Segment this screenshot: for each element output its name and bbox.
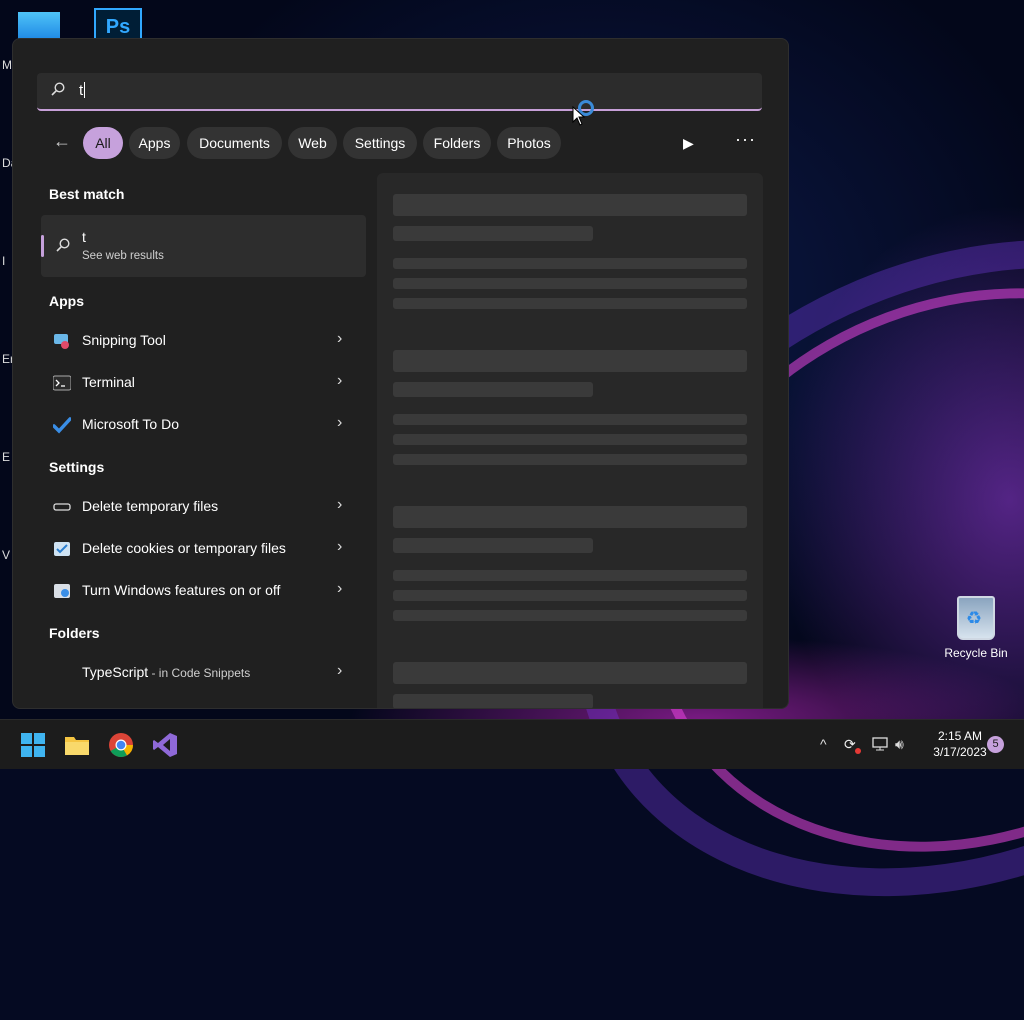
visual-studio-icon[interactable] bbox=[152, 732, 178, 758]
skeleton-block bbox=[393, 382, 593, 397]
folder-result-label: TypeScript - in Code Snippets bbox=[82, 664, 250, 680]
best-match-heading: Best match bbox=[49, 186, 125, 202]
selection-indicator bbox=[41, 235, 44, 257]
skeleton-block bbox=[393, 570, 747, 581]
windows-features-icon bbox=[54, 584, 70, 598]
error-badge bbox=[855, 748, 861, 754]
chevron-right-icon[interactable]: › bbox=[337, 414, 342, 432]
app-result-microsoft-to-do[interactable]: Microsoft To Do › bbox=[41, 405, 366, 445]
play-icon[interactable]: ▶ bbox=[683, 135, 694, 152]
search-icon bbox=[51, 82, 65, 96]
settings-heading: Settings bbox=[49, 459, 105, 475]
snipping-tool-icon bbox=[54, 334, 69, 349]
setting-result-label: Delete temporary files bbox=[82, 498, 219, 514]
skeleton-block bbox=[393, 414, 747, 425]
notification-badge[interactable]: 5 bbox=[987, 736, 1004, 753]
recycle-bin-icon: ♻ bbox=[957, 596, 995, 640]
mouse-cursor-icon bbox=[572, 106, 586, 126]
skeleton-block bbox=[393, 194, 747, 216]
back-arrow-icon[interactable]: ← bbox=[53, 131, 83, 157]
desktop-shortcut-icon[interactable] bbox=[18, 12, 60, 40]
skeleton-block bbox=[393, 662, 747, 684]
taskbar: ^ ⟳ 🔊︎ 2:15 AM 3/17/2023 5 bbox=[0, 719, 1024, 769]
more-options-icon[interactable]: ··· bbox=[735, 129, 756, 150]
internet-options-icon bbox=[54, 542, 70, 556]
volume-icon[interactable]: 🔊︎ bbox=[895, 736, 904, 753]
network-icon[interactable] bbox=[872, 737, 888, 751]
recycle-bin-label: Recycle Bin bbox=[944, 646, 1008, 660]
terminal-icon bbox=[53, 375, 71, 391]
skeleton-block bbox=[393, 590, 747, 601]
desktop-label-fragment: V bbox=[2, 548, 11, 562]
todo-check-icon bbox=[53, 417, 71, 434]
skeleton-block bbox=[393, 226, 593, 241]
search-panel: t ← All Apps Documents Web Settings Fold… bbox=[12, 38, 789, 709]
recycle-bin[interactable]: ♻ Recycle Bin bbox=[944, 596, 1008, 660]
app-result-label: Snipping Tool bbox=[82, 332, 166, 348]
web-search-icon bbox=[56, 238, 70, 252]
folder-name: TypeScript bbox=[82, 664, 149, 680]
start-icon[interactable] bbox=[20, 732, 46, 758]
skeleton-block bbox=[393, 298, 747, 309]
chevron-right-icon[interactable]: › bbox=[337, 372, 342, 390]
skeleton-block bbox=[393, 258, 747, 269]
filter-web[interactable]: Web bbox=[288, 127, 337, 159]
search-box[interactable]: t bbox=[37, 73, 762, 111]
app-result-snipping-tool[interactable]: Snipping Tool › bbox=[41, 321, 366, 361]
apps-heading: Apps bbox=[49, 293, 84, 309]
preview-pane-loading bbox=[377, 173, 763, 708]
app-result-label: Microsoft To Do bbox=[82, 416, 179, 432]
skeleton-block bbox=[393, 350, 747, 372]
skeleton-block bbox=[393, 506, 747, 528]
filter-documents[interactable]: Documents bbox=[187, 127, 282, 159]
setting-result-delete-cookies[interactable]: Delete cookies or temporary files › bbox=[41, 529, 366, 569]
sync-icon[interactable]: ⟳ bbox=[844, 736, 856, 753]
filter-settings[interactable]: Settings bbox=[343, 127, 417, 159]
folder-location: - in Code Snippets bbox=[148, 666, 251, 680]
folders-heading: Folders bbox=[49, 625, 100, 641]
search-input[interactable]: t bbox=[79, 82, 86, 99]
chevron-right-icon[interactable]: › bbox=[337, 538, 342, 556]
photoshop-icon[interactable]: Ps bbox=[94, 8, 142, 42]
desktop-label-fragment: M bbox=[2, 58, 12, 72]
chevron-right-icon[interactable]: › bbox=[337, 580, 342, 598]
filter-photos[interactable]: Photos bbox=[497, 127, 561, 159]
chrome-icon[interactable] bbox=[108, 732, 134, 758]
skeleton-block bbox=[393, 454, 747, 465]
app-result-terminal[interactable]: Terminal › bbox=[41, 363, 366, 403]
filter-apps[interactable]: Apps bbox=[129, 127, 180, 159]
folder-result-typescript[interactable]: TypeScript - in Code Snippets › bbox=[41, 653, 366, 693]
show-hidden-icons-icon[interactable]: ^ bbox=[820, 736, 827, 752]
storage-icon bbox=[53, 503, 71, 511]
best-match-title: t bbox=[82, 229, 86, 245]
chevron-right-icon[interactable]: › bbox=[337, 330, 342, 348]
skeleton-block bbox=[393, 278, 747, 289]
app-result-label: Terminal bbox=[82, 374, 135, 390]
setting-result-delete-temp[interactable]: Delete temporary files › bbox=[41, 487, 366, 527]
desktop-label-fragment: E bbox=[2, 450, 11, 464]
best-match-subtitle: See web results bbox=[82, 250, 164, 262]
setting-result-label: Turn Windows features on or off bbox=[82, 582, 281, 598]
skeleton-block bbox=[393, 694, 593, 708]
filter-folders[interactable]: Folders bbox=[423, 127, 491, 159]
skeleton-block bbox=[393, 538, 593, 553]
best-match-item[interactable]: t See web results bbox=[41, 215, 366, 277]
file-explorer-icon[interactable] bbox=[64, 732, 90, 758]
setting-result-label: Delete cookies or temporary files bbox=[82, 540, 286, 556]
setting-result-windows-features[interactable]: Turn Windows features on or off › bbox=[41, 571, 366, 611]
filter-all[interactable]: All bbox=[83, 127, 123, 159]
skeleton-block bbox=[393, 434, 747, 445]
desktop-label-fragment: I bbox=[2, 254, 6, 268]
skeleton-block bbox=[393, 610, 747, 621]
chevron-right-icon[interactable]: › bbox=[337, 662, 342, 680]
chevron-right-icon[interactable]: › bbox=[337, 496, 342, 514]
